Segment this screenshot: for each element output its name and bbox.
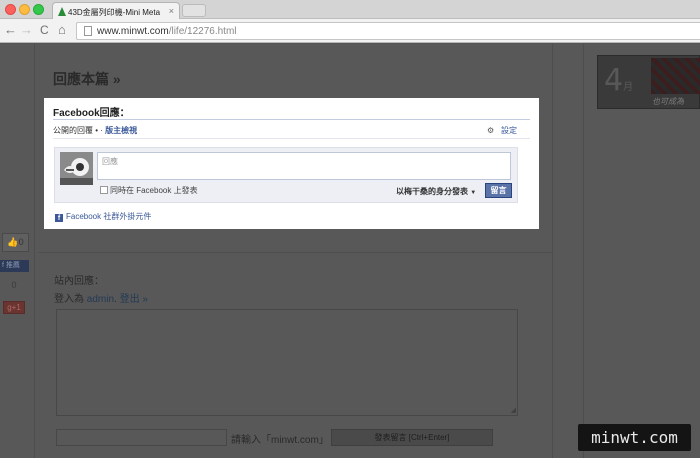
- moderator-view-link[interactable]: 版主檢視: [105, 126, 137, 135]
- site-favicon-icon: [58, 7, 66, 16]
- page-icon: [84, 26, 92, 36]
- left-column-divider: [34, 44, 35, 458]
- site-comments-title: 站內回應：: [54, 276, 104, 287]
- crosspost-label: 同時在 Facebook 上發表: [110, 186, 198, 195]
- content-divider: [552, 44, 553, 458]
- promo-tagline: 也可成為: [652, 97, 684, 106]
- post-as-selector[interactable]: 以梅干桑的身分發表 ▼: [396, 186, 476, 197]
- captcha-label: 請輸入「minwt.com」: [231, 435, 329, 446]
- gear-icon: ⚙: [487, 126, 495, 135]
- crosspost-option[interactable]: 同時在 Facebook 上發表: [100, 185, 198, 196]
- fb-plugin-footer[interactable]: f Facebook 社群外掛元件: [55, 211, 151, 222]
- public-comments-link[interactable]: 公開的回覆: [53, 126, 93, 135]
- submit-comment-button[interactable]: 發表留言 [Ctrl+Enter]: [331, 429, 493, 446]
- facebook-logo-icon: f: [55, 214, 63, 222]
- thumbs-up-icon: 👍: [7, 237, 19, 247]
- home-icon[interactable]: ⌂: [58, 22, 66, 38]
- facebook-comments-panel: Facebook回應： 公開的回覆 • · 版主檢視 ⚙ 設定 回應 同時在 Fa…: [44, 98, 539, 229]
- resize-handle-icon[interactable]: ◢: [511, 406, 516, 414]
- fb-share-label: 推薦: [5, 262, 20, 269]
- like-counter[interactable]: 👍0: [2, 233, 29, 252]
- avatar: [60, 152, 93, 185]
- address-bar[interactable]: www.minwt.com/life/12276.html: [76, 22, 700, 40]
- promo-month: 4月: [604, 63, 634, 98]
- avatar-image: [60, 152, 93, 185]
- url-host: www.minwt.com: [97, 26, 169, 37]
- section-title: 回應本篇 »: [53, 71, 121, 87]
- browser-tab[interactable]: 43D金屬列印機-Mini Meta ×: [52, 2, 180, 20]
- comment-textarea[interactable]: ◢: [56, 309, 518, 416]
- share-count: 0: [11, 280, 17, 290]
- gplus-button[interactable]: g+1: [3, 301, 25, 314]
- watermark: minwt.com: [578, 424, 691, 451]
- caret-down-icon: ▼: [470, 190, 477, 196]
- new-tab-button[interactable]: [182, 4, 206, 17]
- logout-link[interactable]: 登出 »: [120, 294, 148, 305]
- like-count: 0: [18, 237, 24, 247]
- fb-comment-input[interactable]: 回應: [97, 152, 511, 180]
- login-status: 登入為 admin. 登出 »: [54, 294, 148, 305]
- tab-title: 43D金屬列印機-Mini Meta: [68, 8, 161, 17]
- fb-comment-composer: 回應 同時在 Facebook 上發表 以梅干桑的身分發表 ▼ 留言: [54, 147, 518, 203]
- sidebar-divider: [583, 44, 584, 458]
- url-path: /life/12276.html: [168, 26, 237, 37]
- fb-settings-link[interactable]: ⚙ 設定: [487, 125, 517, 136]
- captcha-input[interactable]: [56, 429, 227, 446]
- fb-post-button[interactable]: 留言: [485, 183, 512, 198]
- logged-in-prefix: 登入為: [54, 294, 84, 305]
- fb-divider-2: [53, 138, 530, 139]
- back-arrow-icon[interactable]: ←: [4, 22, 17, 38]
- address-toolbar: ← → C ⌂ www.minwt.com/life/12276.html: [0, 19, 700, 43]
- zoom-window-button[interactable]: [33, 4, 44, 15]
- promo-photo: [651, 58, 700, 94]
- fb-divider: [53, 119, 530, 120]
- promo-banner[interactable]: 4月 也可成為: [597, 55, 700, 109]
- fb-comments-title: Facebook回應：: [53, 108, 130, 119]
- minimize-window-button[interactable]: [19, 4, 30, 15]
- crosspost-checkbox[interactable]: [100, 186, 108, 194]
- close-window-button[interactable]: [5, 4, 16, 15]
- browser-tab-bar: 43D金屬列印機-Mini Meta ×: [0, 0, 700, 20]
- tab-close-icon[interactable]: ×: [169, 6, 174, 16]
- fb-view-links: 公開的回覆 • · 版主檢視: [53, 126, 138, 135]
- reload-icon[interactable]: C: [40, 22, 49, 38]
- forward-arrow-icon[interactable]: →: [20, 22, 33, 38]
- fb-share-button[interactable]: f 推薦: [0, 260, 29, 272]
- user-link[interactable]: admin: [87, 294, 114, 305]
- section-divider: [38, 252, 552, 253]
